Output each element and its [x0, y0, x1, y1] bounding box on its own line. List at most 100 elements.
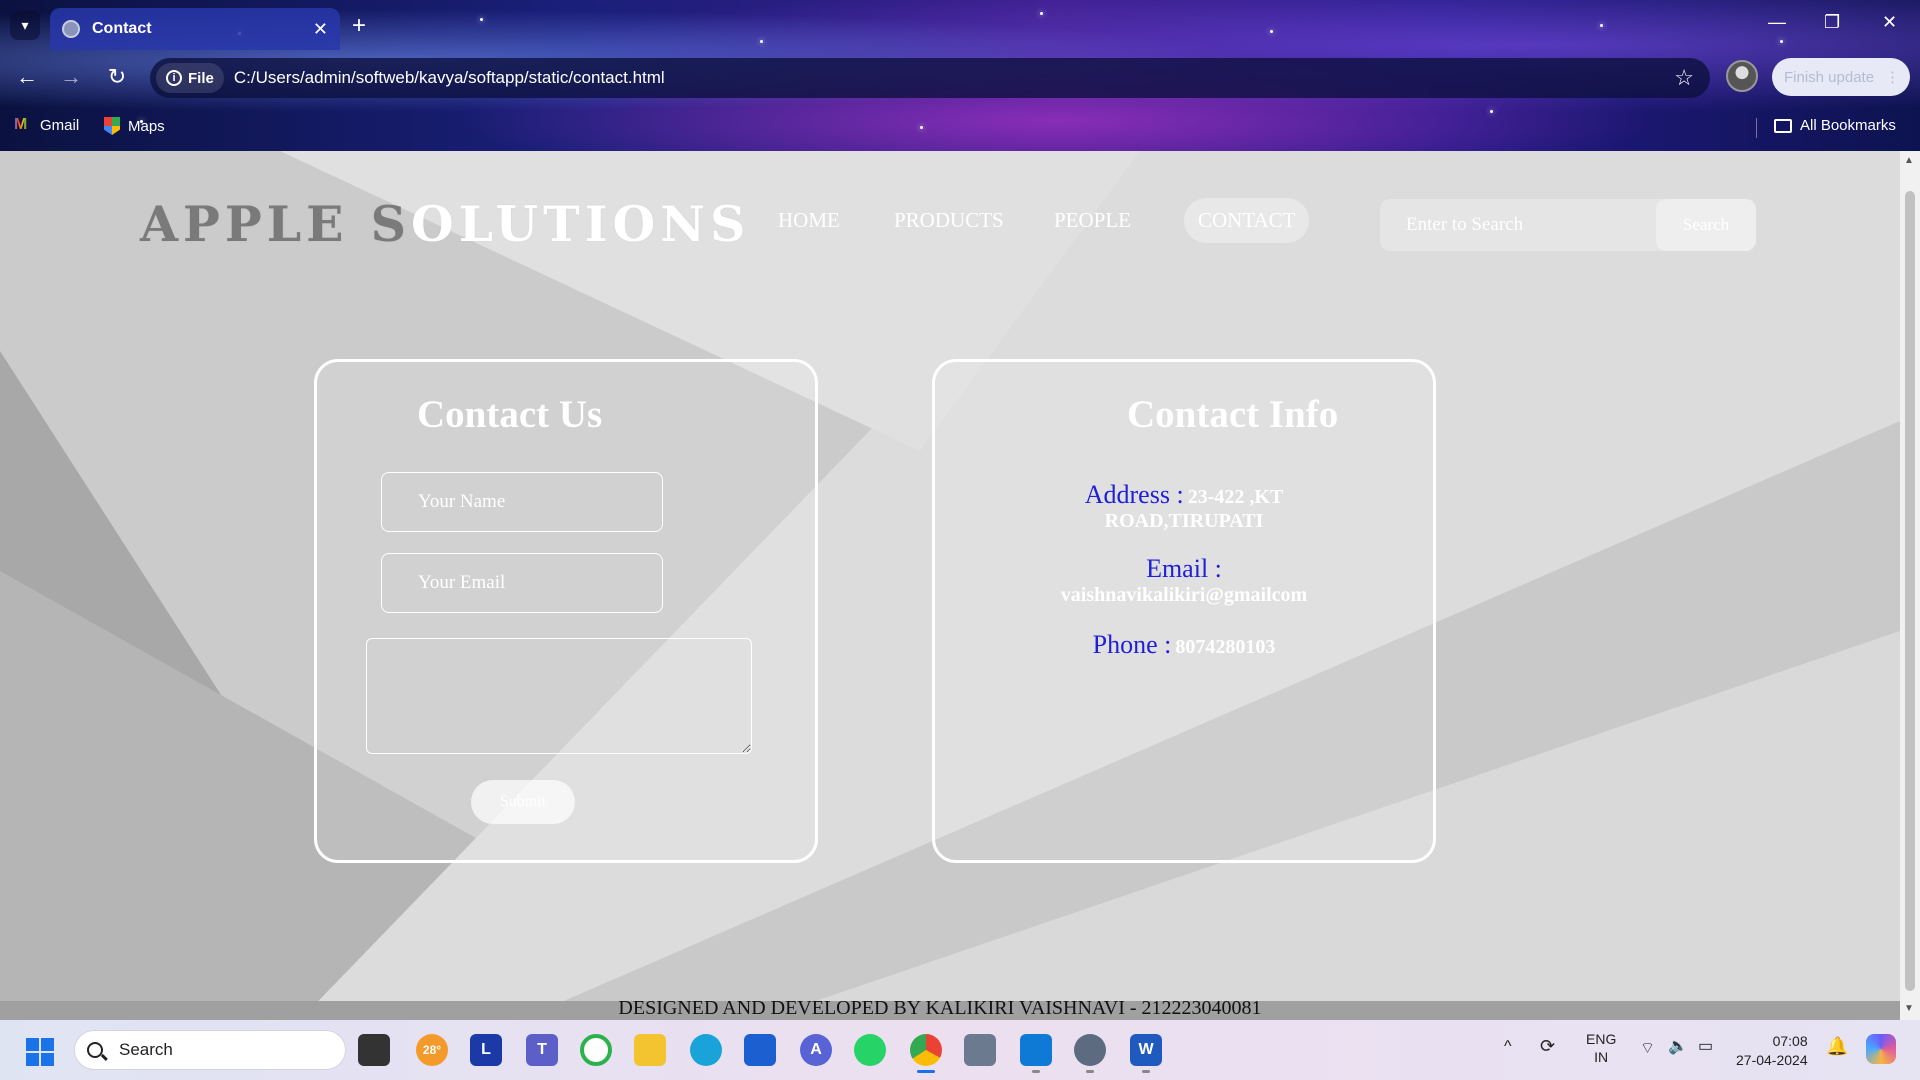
globe-icon	[62, 20, 80, 38]
vpn-icon[interactable]: A	[800, 1034, 832, 1066]
taskbar-search-label: Search	[119, 1040, 173, 1059]
camera-icon[interactable]	[964, 1034, 996, 1066]
page-viewport: APPLE SOLUTIONS HOME PRODUCTS PEOPLE CON…	[0, 151, 1900, 1020]
site-logo[interactable]: APPLE SOLUTIONS	[140, 195, 750, 253]
word-icon[interactable]: W	[1130, 1034, 1162, 1066]
submit-button[interactable]: Submit	[471, 780, 575, 824]
task-view-icon[interactable]	[358, 1034, 390, 1066]
message-textarea[interactable]	[366, 638, 752, 754]
close-window-icon[interactable]: ✕	[1882, 12, 1897, 33]
copilot-icon[interactable]	[1866, 1034, 1896, 1064]
battery-icon[interactable]: ▭	[1698, 1036, 1713, 1056]
phone-row: Phone : 8074280103	[935, 630, 1433, 660]
clock[interactable]: 07:08 27-04-2024	[1736, 1032, 1808, 1070]
logo-word-1: APPLE	[140, 195, 349, 253]
finish-update-label: Finish update	[1784, 68, 1875, 86]
site-info-chip[interactable]: i File	[156, 63, 224, 93]
folder-icon	[1774, 118, 1792, 133]
phone-value: 8074280103	[1175, 636, 1276, 658]
search-button[interactable]: Search	[1656, 199, 1756, 251]
settings-indicator	[1086, 1070, 1094, 1073]
name-field[interactable]	[381, 472, 663, 532]
taskbar-search[interactable]: Search	[74, 1030, 346, 1070]
footer-credit: DESIGNED AND DEVELOPED BY KALIKIRI VAISH…	[618, 997, 1262, 1019]
search-input[interactable]	[1380, 199, 1656, 251]
contact-form-card: Contact Us Submit	[314, 359, 818, 863]
teams-icon[interactable]: T	[526, 1034, 558, 1066]
notifications-icon[interactable]: 🔔	[1826, 1036, 1848, 1057]
address-bar[interactable]: i File C:/Users/admin/softweb/kavya/soft…	[150, 58, 1710, 98]
circle-app-icon[interactable]	[580, 1034, 612, 1066]
scroll-up-icon[interactable]: ▲	[1904, 155, 1914, 166]
reload-icon[interactable]: ↻	[102, 64, 132, 90]
language-indicator[interactable]: ENG IN	[1586, 1030, 1616, 1066]
language-code: ENG	[1586, 1031, 1617, 1047]
bookmarks-bar: Gmail Maps All Bookmarks	[0, 108, 1920, 148]
weather-temp: 28°	[422, 1043, 442, 1057]
scroll-down-icon[interactable]: ▼	[1904, 1003, 1914, 1014]
contact-info-title: Contact Info	[1127, 393, 1339, 436]
close-icon[interactable]: ✕	[313, 19, 328, 40]
nav-products[interactable]: PRODUCTS	[880, 198, 1018, 243]
restore-icon[interactable]: ❐	[1824, 12, 1840, 33]
email-row: Email : vaishnavikalikiri@gmailcom	[935, 554, 1433, 607]
address-line-1: 23-422 ,KT	[1187, 486, 1284, 508]
all-bookmarks[interactable]: All Bookmarks	[1774, 117, 1896, 134]
windows-start-icon[interactable]	[26, 1038, 54, 1066]
file-explorer-icon[interactable]	[634, 1034, 666, 1066]
word-indicator	[1142, 1070, 1150, 1073]
windows-taskbar: Search 28° L T A W ^ ⟳ ENG IN ⌔ 🔈 ▭ 07:0…	[0, 1020, 1920, 1080]
nav-people[interactable]: PEOPLE	[1040, 198, 1145, 243]
back-icon[interactable]: ←	[12, 64, 42, 90]
launcher-l-icon[interactable]: L	[470, 1034, 502, 1066]
settings-icon[interactable]	[1074, 1034, 1106, 1066]
volume-icon[interactable]: 🔈	[1668, 1036, 1688, 1056]
maps-icon	[104, 117, 120, 135]
tab-strip: ▾ Contact ✕ + — ❐ ✕	[0, 0, 1920, 50]
sync-icon[interactable]: ⟳	[1540, 1036, 1555, 1057]
chevron-up-icon[interactable]: ^	[1504, 1038, 1512, 1056]
email-value: vaishnavikalikiri@gmailcom	[1060, 584, 1308, 606]
info-icon: i	[166, 70, 182, 86]
minimize-icon[interactable]: —	[1768, 12, 1786, 33]
vscode-icon[interactable]	[1020, 1034, 1052, 1066]
url-text[interactable]: C:/Users/admin/softweb/kavya/softapp/sta…	[234, 68, 665, 88]
bookmark-label: Maps	[128, 117, 165, 135]
chrome-icon[interactable]	[910, 1034, 942, 1066]
vscode-indicator	[1032, 1070, 1040, 1073]
wifi-icon[interactable]: ⌔	[1640, 1038, 1655, 1058]
bookmarks-divider	[1756, 118, 1757, 138]
finish-update-button[interactable]: Finish update ⋮	[1772, 58, 1910, 96]
phone-label: Phone :	[1092, 630, 1172, 659]
gmail-icon	[14, 116, 32, 134]
browser-chrome: ▾ Contact ✕ + — ❐ ✕ ← → ↻ i File C:/User…	[0, 0, 1920, 151]
bookmark-maps[interactable]: Maps	[104, 117, 165, 135]
edge-icon[interactable]	[690, 1034, 722, 1066]
logo-letter: S	[370, 195, 411, 253]
tab-contact[interactable]: Contact ✕	[50, 8, 340, 50]
forward-icon[interactable]: →	[56, 64, 86, 90]
bookmark-gmail[interactable]: Gmail	[14, 116, 80, 135]
page-scrollbar[interactable]: ▲ ▼	[1900, 151, 1920, 1020]
profile-avatar[interactable]	[1726, 60, 1758, 92]
nav-contact[interactable]: CONTACT	[1184, 198, 1310, 243]
all-bookmarks-label: All Bookmarks	[1800, 117, 1896, 134]
clock-time: 07:08	[1772, 1033, 1808, 1049]
store-icon[interactable]	[744, 1034, 776, 1066]
chrome-active-indicator	[917, 1070, 935, 1073]
contact-info-card: Contact Info Address : 23-422 ,KT ROAD,T…	[932, 359, 1436, 863]
address-row: Address : 23-422 ,KT ROAD,TIRUPATI	[935, 480, 1433, 533]
more-icon: ⋮	[1885, 69, 1900, 86]
nav-home[interactable]: HOME	[764, 198, 854, 243]
browser-toolbar: ← → ↻ i File C:/Users/admin/softweb/kavy…	[0, 52, 1920, 104]
star-icon[interactable]: ☆	[1674, 65, 1694, 91]
bookmark-label: Gmail	[40, 117, 80, 134]
new-tab-button[interactable]: +	[352, 12, 366, 40]
email-field[interactable]	[381, 553, 663, 613]
email-label: Email :	[1146, 554, 1222, 583]
weather-icon[interactable]: 28°	[416, 1034, 448, 1066]
scroll-thumb[interactable]	[1905, 191, 1915, 991]
region-code: IN	[1594, 1049, 1609, 1065]
whatsapp-icon[interactable]	[854, 1034, 886, 1066]
tab-search-button[interactable]: ▾	[10, 10, 40, 40]
